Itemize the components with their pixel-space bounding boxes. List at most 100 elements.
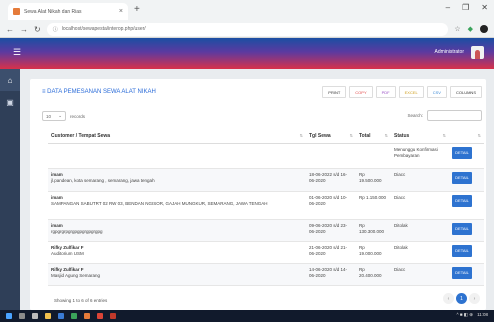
customer-address: SAMPANGAN SABUTRT 02 RW 03, BENDAN NGISO… xyxy=(51,200,268,206)
copy-button[interactable]: COPY xyxy=(349,86,373,98)
table-row: imam SAMPANGAN SABUTRT 02 RW 03, BENDAN N… xyxy=(48,191,484,220)
print-button[interactable]: PRINT xyxy=(322,86,347,98)
forward-icon[interactable]: → xyxy=(20,25,28,34)
search-label: Search: xyxy=(407,113,423,118)
status-badge: Menunggu Konfirmasi Pembayaran xyxy=(391,143,449,169)
rent-date: 21-06-2020 s/d 21-06-2020 xyxy=(306,241,356,264)
profile-icon[interactable] xyxy=(480,25,488,33)
store-icon[interactable] xyxy=(58,313,64,319)
status-badge: Diacc xyxy=(391,191,449,220)
hamburger-menu-icon[interactable]: ☰ xyxy=(13,47,21,58)
total-amount: Rp 20.400.000 xyxy=(356,263,391,286)
pagination: ‹ 1 › xyxy=(443,293,480,304)
sort-icon: ⇅ xyxy=(442,133,446,138)
sidebar: ⌂ ▣ xyxy=(0,69,20,310)
minimize-button[interactable]: – xyxy=(446,3,450,12)
app-icon-red[interactable] xyxy=(110,313,116,319)
export-buttons: PRINT COPY PDF EXCEL CSV COLUMNS xyxy=(322,86,482,98)
total-amount: Rp 130.300.000 xyxy=(356,219,391,242)
favicon-icon xyxy=(13,8,20,15)
columns-button[interactable]: COLUMNS xyxy=(449,86,482,98)
status-badge: Diacc xyxy=(391,168,449,192)
page-title: ≡ DATA PEMESANAN SEWA ALAT NIKAH xyxy=(42,89,156,95)
search-input[interactable] xyxy=(427,110,482,121)
new-tab-button[interactable]: + xyxy=(134,4,140,16)
orders-table: Customer / Tempat Sewa ⇅ Tgl Sewa ⇅ Total ⇅… xyxy=(48,129,484,286)
csv-button[interactable]: CSV xyxy=(426,86,447,98)
detail-button[interactable]: DETAIL xyxy=(452,222,472,235)
os-taskbar: ^ ■ ◧ ⊕ 11:08 xyxy=(0,310,494,322)
extension-icon[interactable]: ◆ xyxy=(468,25,473,33)
detail-button[interactable]: DETAIL xyxy=(452,194,472,207)
customer-address: Auditorium USM xyxy=(51,250,84,256)
info-icon: ⓘ xyxy=(52,26,58,33)
sort-icon: ⇅ xyxy=(477,133,481,138)
column-header-total[interactable]: Total ⇅ xyxy=(356,129,391,144)
total-amount: Rp 1.150.000 xyxy=(356,191,391,220)
tray-icons[interactable]: ^ ■ ◧ ⊕ xyxy=(456,312,473,318)
rent-date xyxy=(306,143,356,169)
avatar-icon[interactable] xyxy=(471,46,484,59)
detail-button[interactable]: DETAIL xyxy=(452,266,472,279)
detail-button[interactable]: DETAIL xyxy=(452,171,472,184)
maximize-button[interactable]: ❐ xyxy=(462,3,469,12)
task-view-icon[interactable] xyxy=(32,313,38,319)
customer-address: rgpgrgrpgrgpgpgrgpgrgpg xyxy=(51,228,103,234)
pagination-prev[interactable]: ‹ xyxy=(443,293,454,304)
chevron-down-icon: ⌄ xyxy=(58,113,62,118)
clock[interactable]: 11:08 xyxy=(477,312,488,318)
column-header-customer[interactable]: Customer / Tempat Sewa ⇅ xyxy=(48,129,306,144)
windows-start-icon[interactable] xyxy=(6,313,12,319)
sidebar-home-icon[interactable]: ⌂ xyxy=(0,69,20,91)
total-amount: Rp 19.500.000 xyxy=(356,168,391,192)
column-header-status[interactable]: Status ⇅ xyxy=(391,129,449,144)
star-icon[interactable]: ☆ xyxy=(454,25,460,33)
app-header: ☰ Administrator xyxy=(0,38,494,69)
customer-address: Masjid Agung Semarang xyxy=(51,272,101,278)
sidebar-grid-icon[interactable]: ▣ xyxy=(0,91,20,113)
status-badge: Ditolak xyxy=(391,219,449,242)
pagination-next[interactable]: › xyxy=(469,293,480,304)
browser-chrome: Sewa Alat Nikah dan Rias × + – ❐ ✕ ← → ↻… xyxy=(0,0,494,38)
total-amount: Rp 19.000.000 xyxy=(356,241,391,264)
system-tray: ^ ■ ◧ ⊕ 11:08 xyxy=(456,312,488,318)
status-badge: Diacc xyxy=(391,263,449,286)
detail-button[interactable]: DETAIL xyxy=(452,244,472,257)
records-length: 10 ⌄ records xyxy=(42,111,85,121)
table-row: Rifky Zulfikar F Auditorium USM 21-06-202… xyxy=(48,241,484,264)
status-badge: Ditolak xyxy=(391,241,449,264)
rent-date: 14-06-2020 s/d 14-06-2020 xyxy=(306,263,356,286)
admin-label[interactable]: Administrator xyxy=(435,49,464,55)
app-icon-orange[interactable] xyxy=(84,313,90,319)
browser-tab[interactable]: Sewa Alat Nikah dan Rias × xyxy=(8,3,128,20)
sort-icon: ⇅ xyxy=(349,133,353,138)
reload-icon[interactable]: ↻ xyxy=(34,25,41,34)
window-controls: – ❐ ✕ xyxy=(446,3,488,12)
rent-date: 09-06-2020 s/d 23-06-2020 xyxy=(306,219,356,242)
content-card: ≡ DATA PEMESANAN SEWA ALAT NIKAH PRINT C… xyxy=(30,79,486,310)
records-length-select[interactable]: 10 ⌄ xyxy=(42,111,66,121)
back-icon[interactable]: ← xyxy=(6,25,14,34)
excel-button[interactable]: EXCEL xyxy=(398,86,424,98)
app-icon-green[interactable] xyxy=(71,313,77,319)
pagination-page[interactable]: 1 xyxy=(456,293,467,304)
rent-date: 01-06-2020 s/d 10-06-2020 xyxy=(306,191,356,220)
chrome-icon[interactable] xyxy=(97,313,103,319)
pdf-button[interactable]: PDF xyxy=(375,86,396,98)
table-row: imam rgpgrgrpgrgpgpgrgpgrgpg 09-06-2020 s… xyxy=(48,219,484,242)
url-input[interactable]: ⓘ localhost/sewapesta/interop.php/user/ xyxy=(46,22,449,36)
records-label: records xyxy=(70,113,86,119)
column-header-action[interactable]: ⇅ xyxy=(449,129,484,144)
table-header-row: Customer / Tempat Sewa ⇅ Tgl Sewa ⇅ Total ⇅… xyxy=(48,129,484,144)
close-window-button[interactable]: ✕ xyxy=(481,3,488,12)
table-row: Menunggu Konfirmasi Pembayaran DETAIL xyxy=(48,143,484,169)
detail-button[interactable]: DETAIL xyxy=(452,146,472,159)
url-text: localhost/sewapesta/interop.php/user/ xyxy=(61,26,146,32)
table-row: imam jl.pandean, kota semarang , semarang… xyxy=(48,168,484,192)
sort-icon: ⇅ xyxy=(299,133,303,138)
search-icon[interactable] xyxy=(19,313,25,319)
column-header-date[interactable]: Tgl Sewa ⇅ xyxy=(306,129,356,144)
customer-address: jl.pandean, kota semarang , semarang, ja… xyxy=(51,177,155,183)
file-explorer-icon[interactable] xyxy=(45,313,51,319)
tab-close-icon[interactable]: × xyxy=(119,8,123,15)
